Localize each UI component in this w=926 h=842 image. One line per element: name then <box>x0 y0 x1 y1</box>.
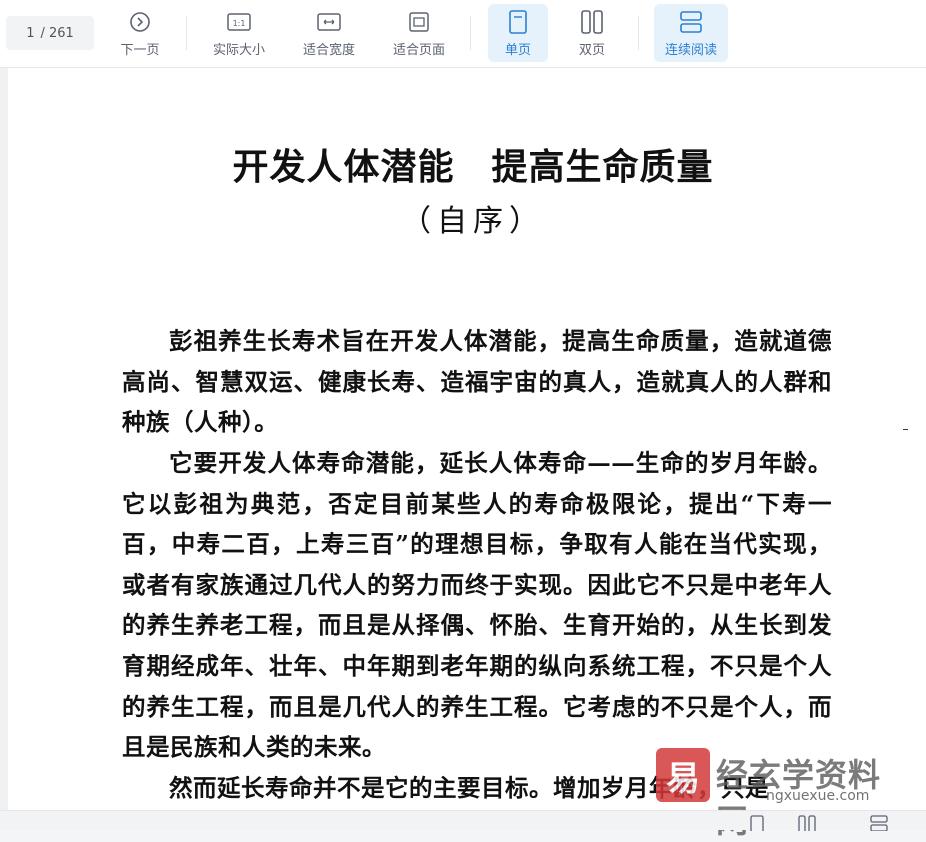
double-page-icon[interactable] <box>798 815 816 833</box>
continuous-read-icon[interactable] <box>870 815 888 832</box>
single-page-label: 单页 <box>504 43 531 58</box>
bottom-bar <box>0 810 926 833</box>
paragraph: 它要开发人体寿命潜能，延长人体寿命——生命的岁月年龄。它以彭祖为典范，否定目前某… <box>122 449 832 762</box>
fit-width-label: 适合宽度 <box>302 43 355 58</box>
page-indicator[interactable]: 1 / 261 <box>6 16 94 50</box>
watermark-url: ngxuexue.com <box>766 788 870 804</box>
paragraph: 彭祖养生长寿术旨在开发人体潜能，提高生命质量，造就道德高尚、智慧双运、健康长寿、… <box>122 327 832 437</box>
fit-page-icon <box>406 9 432 35</box>
watermark: 易 经玄学资料网 ngxuexue.com <box>656 748 906 840</box>
next-page-label: 下一页 <box>120 43 160 58</box>
double-page-label: 双页 <box>578 43 605 58</box>
double-page-icon <box>579 9 605 35</box>
next-page-button[interactable]: 下一页 <box>108 4 172 62</box>
svg-text:1:1: 1:1 <box>233 19 246 28</box>
actual-size-button[interactable]: 1:1 实际大小 <box>202 4 276 62</box>
divider <box>470 16 471 50</box>
double-page-button[interactable]: 双页 <box>562 4 622 62</box>
watermark-logo: 易 <box>656 748 710 802</box>
actual-size-icon: 1:1 <box>226 9 252 35</box>
next-page-icon <box>127 9 153 35</box>
continuous-read-icon <box>678 9 704 35</box>
page-gutter <box>0 68 8 810</box>
continuous-read-label: 连续阅读 <box>664 43 717 58</box>
document-page: 开发人体潜能 提高生命质量 （自序） 彭祖养生长寿术旨在开发人体潜能，提高生命质… <box>0 68 926 810</box>
document-subtitle: （自序） <box>401 204 545 239</box>
single-page-icon <box>505 9 531 35</box>
document-title: 开发人体潜能 提高生命质量 <box>232 146 714 188</box>
toolbar: 1 / 261 下一页 1:1 实际大小 适合宽度 适合页面 单页 双页 连续阅… <box>0 0 926 68</box>
fit-width-button[interactable]: 适合宽度 <box>292 4 366 62</box>
page-total: / 261 <box>40 25 74 41</box>
margin-mark <box>903 429 908 430</box>
fit-width-icon <box>316 9 342 35</box>
actual-size-label: 实际大小 <box>212 43 265 58</box>
continuous-read-button[interactable]: 连续阅读 <box>654 4 728 62</box>
single-page-button[interactable]: 单页 <box>488 4 548 62</box>
single-page-icon[interactable] <box>750 815 766 833</box>
fit-page-button[interactable]: 适合页面 <box>382 4 456 62</box>
divider <box>638 16 639 50</box>
fit-page-label: 适合页面 <box>392 43 445 58</box>
page-current[interactable]: 1 <box>26 26 34 41</box>
divider <box>186 16 187 50</box>
